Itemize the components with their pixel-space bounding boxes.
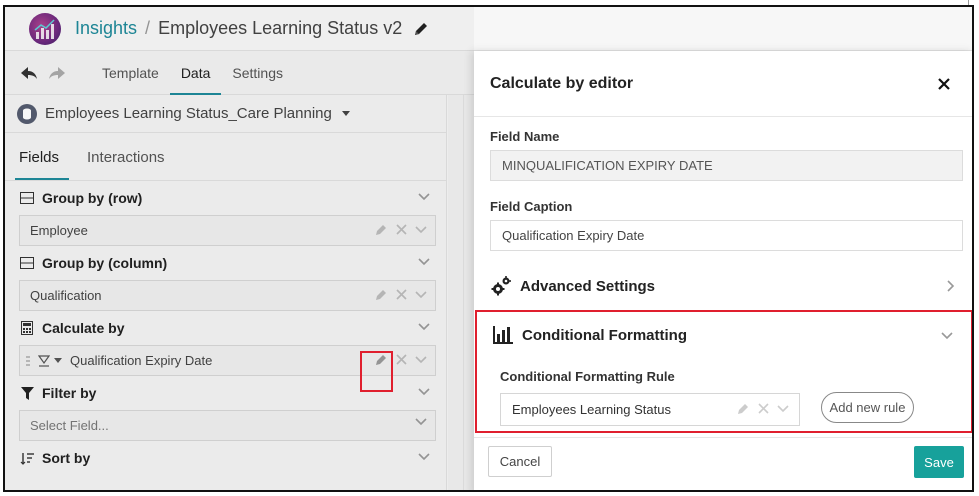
chevron-down-icon[interactable] — [777, 404, 789, 413]
chevron-down-icon[interactable] — [418, 323, 430, 331]
remove-x-icon[interactable] — [396, 289, 407, 300]
group-by-column-header[interactable]: Group by (column) — [5, 246, 446, 280]
sort-by-header[interactable]: Sort by — [5, 441, 446, 475]
conditional-formatting-rule-select[interactable]: Employees Learning Status — [500, 393, 800, 426]
chevron-down-icon[interactable] — [415, 225, 427, 234]
datasource-selector[interactable]: Employees Learning Status_Care Planning — [5, 95, 446, 133]
advanced-settings-label: Advanced Settings — [520, 277, 656, 295]
calculate-by-editor: Calculate by editor Field Name MINQUALIF… — [474, 51, 972, 490]
calculate-by-value: Qualification Expiry Date — [70, 353, 213, 368]
highlight-pencil-box — [360, 351, 393, 392]
tab-fields[interactable]: Fields — [14, 149, 70, 180]
title-bar: Insights / Employees Learning Status v2 — [5, 7, 972, 51]
group-by-column-label: Group by (column) — [42, 255, 168, 271]
chevron-down-icon[interactable] — [941, 332, 953, 340]
group-by-row-value: Employee — [30, 223, 88, 238]
chevron-down-icon[interactable] — [415, 355, 427, 364]
advanced-settings-row[interactable]: Advanced Settings — [490, 269, 963, 303]
conditional-formatting-rule-label: Conditional Formatting Rule — [500, 369, 675, 384]
divider — [463, 95, 464, 490]
rule-value: Employees Learning Status — [512, 402, 671, 417]
chevron-down-icon[interactable] — [415, 290, 427, 299]
save-button[interactable]: Save — [914, 446, 964, 478]
edit-pencil-icon[interactable] — [375, 288, 388, 301]
rows-icon — [19, 190, 35, 206]
editor-footer: Cancel Save — [474, 437, 972, 490]
group-by-column-value: Qualification — [30, 288, 102, 303]
field-name-label: Field Name — [490, 129, 560, 144]
conditional-formatting-label: Conditional Formatting — [522, 326, 687, 344]
add-new-rule-button[interactable]: Add new rule — [821, 392, 914, 423]
field-name-input: MINQUALIFICATION EXPIRY DATE — [490, 150, 963, 181]
remove-x-icon[interactable] — [396, 354, 407, 365]
edit-pencil-icon[interactable] — [737, 402, 750, 415]
group-by-column-field[interactable]: Qualification — [19, 280, 436, 311]
corner-tick — [968, 0, 969, 5]
filter-placeholder: Select Field... — [30, 418, 109, 433]
undo-arrow-icon[interactable] — [19, 63, 39, 83]
tab-interactions[interactable]: Interactions — [85, 149, 167, 180]
filter-icon — [19, 385, 35, 401]
insights-breadcrumb-link[interactable]: Insights — [75, 18, 137, 39]
gears-icon — [491, 276, 511, 296]
datasource-name: Employees Learning Status_Care Planning — [45, 105, 332, 122]
columns-icon — [19, 255, 35, 271]
group-by-row-label: Group by (row) — [42, 190, 143, 206]
database-icon — [17, 103, 37, 124]
group-by-row-field[interactable]: Employee — [19, 215, 436, 246]
editor-title: Calculate by editor — [490, 74, 634, 92]
app-window: Insights / Employees Learning Status v2 … — [3, 5, 974, 492]
chevron-down-icon[interactable] — [418, 193, 430, 201]
calculator-icon — [19, 320, 35, 336]
filter-field-select[interactable]: Select Field... — [19, 410, 436, 441]
panel-subtabs: Fields Interactions — [5, 133, 446, 181]
report-title: Employees Learning Status v2 — [158, 18, 403, 38]
group-by-row-header[interactable]: Group by (row) — [5, 181, 446, 215]
filter-by-label: Filter by — [42, 385, 97, 401]
chevron-right-icon[interactable] — [947, 280, 955, 292]
remove-x-icon[interactable] — [758, 403, 769, 414]
editor-header: Calculate by editor — [474, 51, 972, 117]
caret-down-icon[interactable] — [54, 358, 62, 363]
edit-title-pencil-icon[interactable] — [412, 20, 430, 38]
field-caption-label: Field Caption — [490, 199, 573, 214]
conditional-formatting-section: Conditional Formatting Conditional Forma… — [475, 310, 972, 433]
chevron-down-icon[interactable] — [415, 418, 427, 426]
close-icon[interactable] — [936, 76, 952, 92]
report-builder: Insights / Employees Learning Status v2 … — [5, 7, 972, 490]
tab-settings[interactable]: Settings — [221, 51, 294, 95]
field-caption-input[interactable]: Qualification Expiry Date — [490, 220, 963, 251]
remove-x-icon[interactable] — [396, 224, 407, 235]
caret-down-icon — [341, 111, 350, 116]
tab-data[interactable]: Data — [169, 51, 222, 95]
canvas-area — [448, 95, 476, 490]
breadcrumb-separator: / — [145, 18, 151, 38]
chevron-down-icon[interactable] — [418, 258, 430, 266]
redo-arrow-icon[interactable] — [47, 63, 67, 83]
calculate-by-header[interactable]: Calculate by — [5, 311, 446, 345]
tab-template[interactable]: Template — [91, 51, 170, 95]
fields-panel: Employees Learning Status_Care Planning … — [5, 95, 447, 490]
cancel-button[interactable]: Cancel — [488, 446, 552, 477]
edit-pencil-icon[interactable] — [375, 223, 388, 236]
insights-logo-icon — [29, 12, 61, 45]
conditional-formatting-header[interactable]: Conditional Formatting — [493, 326, 687, 344]
sort-icon — [19, 450, 35, 466]
aggregate-filter-icon[interactable] — [38, 354, 50, 367]
sort-by-label: Sort by — [42, 450, 91, 466]
calculate-by-label: Calculate by — [42, 320, 125, 336]
bar-chart-icon — [493, 326, 513, 344]
chevron-down-icon[interactable] — [418, 388, 430, 396]
chevron-down-icon[interactable] — [418, 453, 430, 461]
drag-handle-icon[interactable] — [26, 355, 30, 367]
